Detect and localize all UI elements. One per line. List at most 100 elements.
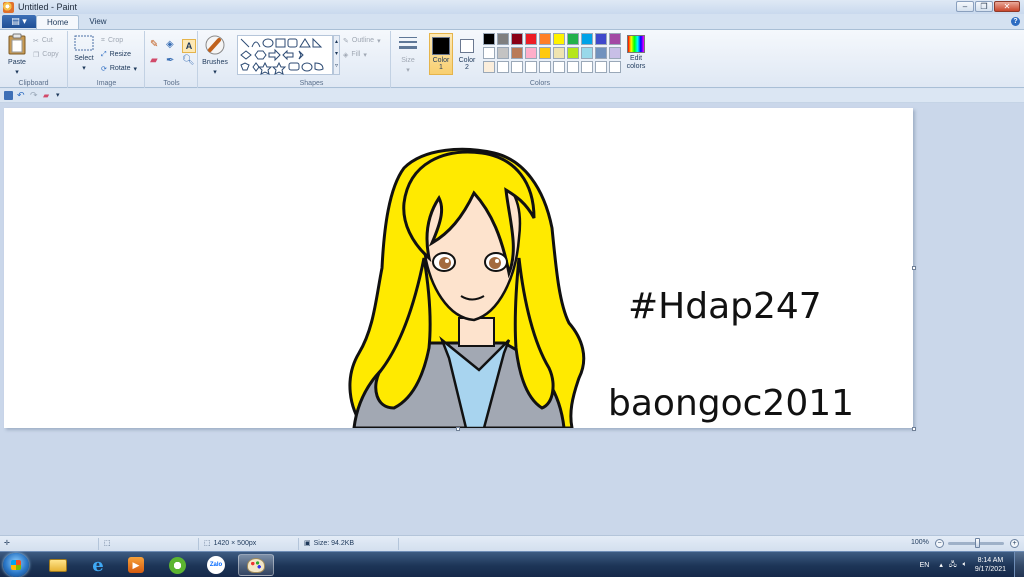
color-swatch[interactable] bbox=[581, 47, 593, 59]
pencil-icon[interactable]: ✎ bbox=[150, 39, 164, 53]
select-button[interactable]: Select ▾ bbox=[72, 35, 96, 73]
fill-icon: ◈ bbox=[343, 51, 349, 59]
restore-button[interactable]: ❐ bbox=[975, 1, 993, 12]
color-swatch[interactable] bbox=[539, 47, 551, 59]
canvas-resize-handle-corner[interactable] bbox=[912, 427, 916, 431]
color1-button[interactable]: Color 1 bbox=[429, 33, 453, 75]
fill-bucket-icon[interactable]: ◈ bbox=[166, 39, 180, 53]
tab-view[interactable]: View bbox=[79, 15, 116, 29]
text-tool-icon[interactable]: A bbox=[182, 39, 196, 53]
magnifier-icon[interactable]: 🔍︎ bbox=[182, 55, 196, 69]
tab-home[interactable]: Home bbox=[36, 15, 80, 29]
color-swatch[interactable] bbox=[497, 47, 509, 59]
color-swatch[interactable] bbox=[553, 47, 565, 59]
canvas-resize-handle-right[interactable] bbox=[912, 266, 916, 270]
network-icon[interactable]: 🖧︎ bbox=[949, 560, 957, 571]
color-swatch[interactable] bbox=[525, 33, 537, 45]
resize-button[interactable]: ⤢ Resize bbox=[101, 49, 131, 60]
shapes-gallery-scroll[interactable]: ▴ ▾ ▿ bbox=[333, 35, 340, 75]
canvas-text-username: baongoc2011 bbox=[608, 383, 855, 424]
help-icon[interactable]: ? bbox=[1011, 17, 1020, 26]
color-swatch[interactable] bbox=[595, 47, 607, 59]
paint-app-icon[interactable] bbox=[3, 1, 14, 13]
color-swatch[interactable] bbox=[511, 61, 523, 73]
color-swatch[interactable] bbox=[525, 47, 537, 59]
edit-colors-button[interactable]: Edit colors bbox=[621, 35, 651, 71]
zoom-in-button[interactable]: + bbox=[1010, 539, 1019, 548]
save-icon[interactable] bbox=[4, 91, 13, 100]
window-controls: – ❐ ✕ bbox=[956, 1, 1020, 12]
size-button[interactable]: Size ▾ bbox=[395, 35, 421, 75]
crop-button[interactable]: ⌗ Crop bbox=[101, 35, 123, 46]
start-button[interactable] bbox=[3, 553, 29, 577]
paint-menu-button[interactable]: ▤ ▾ bbox=[2, 15, 36, 28]
rotate-button[interactable]: ⟳ Rotate ▾ bbox=[101, 63, 137, 74]
color-swatch[interactable] bbox=[595, 33, 607, 45]
color-swatch[interactable] bbox=[539, 61, 551, 73]
color-swatch[interactable] bbox=[567, 61, 579, 73]
color-swatch[interactable] bbox=[581, 33, 593, 45]
copy-button[interactable]: ❐ Copy bbox=[33, 49, 59, 60]
taskbar-internet-explorer[interactable]: e bbox=[80, 554, 116, 576]
eraser-shortcut-icon[interactable]: ▰ bbox=[43, 91, 52, 100]
color-swatch[interactable] bbox=[595, 61, 607, 73]
color-swatch[interactable] bbox=[553, 33, 565, 45]
color1-chip bbox=[432, 37, 450, 55]
color-swatch[interactable] bbox=[609, 33, 621, 45]
color-swatch[interactable] bbox=[483, 33, 495, 45]
color-swatch[interactable] bbox=[483, 61, 495, 73]
show-desktop-button[interactable] bbox=[1014, 552, 1024, 577]
color-swatch[interactable] bbox=[581, 61, 593, 73]
paste-button[interactable]: Paste ▾ bbox=[4, 33, 30, 77]
selection-icon: ⬚ bbox=[104, 540, 111, 547]
color-spectrum-icon bbox=[627, 35, 645, 53]
color-swatch[interactable] bbox=[497, 61, 509, 73]
color-swatch[interactable] bbox=[511, 47, 523, 59]
cut-button[interactable]: ✂ Cut bbox=[33, 35, 53, 46]
drawing-canvas[interactable]: #Hdap247 baongoc2011 bbox=[4, 108, 913, 428]
chevron-down-icon: ▾ bbox=[213, 69, 217, 76]
zoom-out-button[interactable]: − bbox=[935, 539, 944, 548]
minimize-button[interactable]: – bbox=[956, 1, 974, 12]
tray-expand-icon[interactable]: ▴ bbox=[939, 561, 943, 569]
shapes-group-label: Shapes bbox=[299, 80, 324, 87]
taskbar-paint[interactable] bbox=[238, 554, 274, 576]
customize-qat-icon[interactable]: ▾ bbox=[56, 91, 65, 100]
clock[interactable]: 8:14 AM 9/17/2021 bbox=[975, 556, 1006, 574]
color-swatch[interactable] bbox=[539, 33, 551, 45]
color-swatch[interactable] bbox=[497, 33, 509, 45]
color-picker-icon[interactable]: ✒ bbox=[166, 55, 180, 69]
edit-colors-label: Edit colors bbox=[626, 55, 646, 70]
taskbar-zalo[interactable]: Zalo bbox=[198, 554, 234, 576]
taskbar-explorer[interactable] bbox=[40, 554, 76, 576]
zalo-icon: Zalo bbox=[207, 556, 225, 574]
color-swatch[interactable] bbox=[609, 61, 621, 73]
close-button[interactable]: ✕ bbox=[994, 1, 1020, 12]
redo-icon[interactable]: ↷ bbox=[30, 91, 39, 100]
taskbar-coccoc[interactable] bbox=[159, 554, 195, 576]
color-swatch[interactable] bbox=[483, 47, 495, 59]
shapes-gallery[interactable] bbox=[237, 35, 333, 75]
selection-rectangle-icon bbox=[74, 35, 94, 51]
color2-button[interactable]: Color 2 bbox=[455, 33, 479, 75]
undo-icon[interactable]: ↶ bbox=[17, 91, 26, 100]
canvas-text-hashtag: #Hdap247 bbox=[628, 286, 822, 327]
outline-button[interactable]: ✎ Outline ▾ bbox=[343, 35, 381, 46]
fill-button[interactable]: ◈ Fill ▾ bbox=[343, 49, 367, 60]
color-swatch[interactable] bbox=[553, 61, 565, 73]
zoom-slider-thumb[interactable] bbox=[975, 538, 980, 548]
coccoc-browser-icon bbox=[168, 556, 186, 574]
color-swatch[interactable] bbox=[609, 47, 621, 59]
volume-icon[interactable]: 🔈︎ bbox=[963, 561, 967, 569]
color-swatch[interactable] bbox=[567, 33, 579, 45]
color-swatch[interactable] bbox=[567, 47, 579, 59]
copy-icon: ❐ bbox=[33, 51, 40, 59]
color-swatch[interactable] bbox=[525, 61, 537, 73]
eraser-icon[interactable]: ▰ bbox=[150, 55, 164, 69]
language-indicator[interactable]: EN bbox=[920, 562, 930, 569]
taskbar-media-player[interactable]: ▶ bbox=[118, 554, 154, 576]
canvas-resize-handle-bottom[interactable] bbox=[456, 427, 460, 431]
brushes-button[interactable]: Brushes ▾ bbox=[201, 35, 229, 77]
shapes-group: ▴ ▾ ▿ ✎ Outline ▾ ◈ Fill ▾ Shapes bbox=[233, 31, 391, 88]
color-swatch[interactable] bbox=[511, 33, 523, 45]
